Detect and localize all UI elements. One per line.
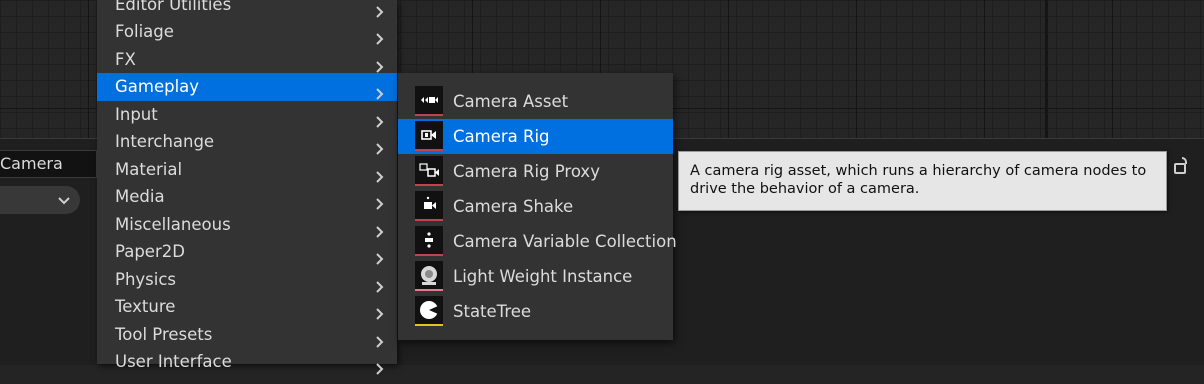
menu-item-physics[interactable]: Physics bbox=[97, 266, 397, 294]
menu-item-label: Foliage bbox=[115, 22, 174, 41]
menu-item-foliage[interactable]: Foliage bbox=[97, 18, 397, 46]
menu-item-label: Texture bbox=[115, 297, 176, 316]
menu-item-label: Tool Presets bbox=[115, 324, 213, 344]
name-input-value: Camera bbox=[0, 154, 63, 173]
gameplay-submenu: Camera Asset Camera Rig Camera Rig Proxy Ca… bbox=[398, 73, 677, 340]
camera-shake-icon bbox=[415, 191, 443, 221]
tooltip-text: A camera rig asset, which runs a hierarc… bbox=[690, 163, 1147, 197]
menu-item-label: Gameplay bbox=[115, 77, 200, 96]
submenu-item-camera-asset[interactable]: Camera Asset bbox=[398, 84, 673, 119]
menu-item-label: Editor Utilities bbox=[115, 0, 232, 14]
submenu-item-label: StateTree bbox=[453, 302, 532, 321]
asset-type-color-bar bbox=[415, 254, 443, 256]
submenu-item-light-weight-instance[interactable]: Light Weight Instance bbox=[398, 259, 673, 294]
camera-asset-icon bbox=[415, 86, 443, 116]
menu-item-miscellaneous[interactable]: Miscellaneous bbox=[97, 211, 397, 239]
submenu-item-camera-rig[interactable]: Camera Rig bbox=[398, 119, 673, 154]
menu-item-label: Media bbox=[115, 187, 165, 206]
asset-type-color-bar bbox=[415, 114, 443, 116]
menu-item-paper2d[interactable]: Paper2D bbox=[97, 238, 397, 266]
menu-item-label: Input bbox=[115, 104, 158, 124]
menu-item-fx[interactable]: FX bbox=[97, 46, 397, 74]
menu-item-label: Material bbox=[115, 159, 183, 179]
chevron-right-icon bbox=[375, 356, 385, 384]
submenu-item-label: Camera Variable Collection bbox=[453, 232, 677, 251]
submenu-item-label: Camera Rig bbox=[453, 127, 550, 146]
menu-item-input[interactable]: Input bbox=[97, 101, 397, 129]
menu-item-interchange[interactable]: Interchange bbox=[97, 128, 397, 156]
asset-type-color-bar bbox=[415, 219, 443, 221]
chevron-down-icon bbox=[56, 192, 72, 212]
submenu-item-statetree[interactable]: StateTree bbox=[398, 294, 673, 329]
name-input[interactable]: Camera bbox=[0, 150, 97, 178]
submenu-item-camera-shake[interactable]: Camera Shake bbox=[398, 189, 673, 224]
asset-type-color-bar bbox=[415, 324, 443, 326]
menu-item-material[interactable]: Material bbox=[97, 156, 397, 184]
submenu-item-label: Camera Shake bbox=[453, 197, 574, 216]
menu-item-tool-presets[interactable]: Tool Presets bbox=[97, 321, 397, 349]
menu-item-editor-utilities[interactable]: Editor Utilities bbox=[97, 0, 397, 18]
graph-divider bbox=[1045, 0, 1048, 138]
menu-item-user-interface[interactable]: User Interface bbox=[97, 348, 397, 376]
camera-rig-proxy-icon bbox=[415, 156, 443, 186]
camera-variable-collection-icon bbox=[415, 226, 443, 256]
menu-item-label: Paper2D bbox=[115, 242, 185, 261]
type-combo-box[interactable] bbox=[0, 186, 80, 214]
submenu-item-label: Camera Asset bbox=[453, 92, 569, 111]
menu-item-media[interactable]: Media bbox=[97, 183, 397, 211]
statetree-icon bbox=[415, 296, 443, 326]
submenu-item-camera-variable-collection[interactable]: Camera Variable Collection bbox=[398, 224, 677, 259]
menu-item-label: Physics bbox=[115, 269, 177, 289]
submenu-item-label: Light Weight Instance bbox=[453, 267, 633, 286]
menu-item-label: User Interface bbox=[115, 352, 232, 371]
light-weight-instance-icon bbox=[415, 261, 443, 291]
tooltip: A camera rig asset, which runs a hierarc… bbox=[678, 151, 1167, 211]
menu-item-label: Miscellaneous bbox=[115, 214, 231, 234]
menu-item-gameplay[interactable]: Gameplay bbox=[97, 73, 397, 101]
menu-item-texture[interactable]: Texture bbox=[97, 293, 397, 321]
asset-type-color-bar bbox=[415, 149, 443, 151]
submenu-item-camera-rig-proxy[interactable]: Camera Rig Proxy bbox=[398, 154, 673, 189]
asset-type-color-bar bbox=[415, 184, 443, 186]
asset-type-color-bar bbox=[415, 289, 443, 291]
camera-rig-icon bbox=[415, 121, 443, 151]
menu-item-label: Interchange bbox=[115, 132, 215, 151]
submenu-item-label: Camera Rig Proxy bbox=[453, 162, 600, 181]
menu-item-label: FX bbox=[115, 49, 136, 69]
lock-open-icon[interactable] bbox=[1173, 155, 1191, 179]
category-menu: Editor Utilities Foliage FX Gameplay Input In… bbox=[97, 0, 397, 375]
